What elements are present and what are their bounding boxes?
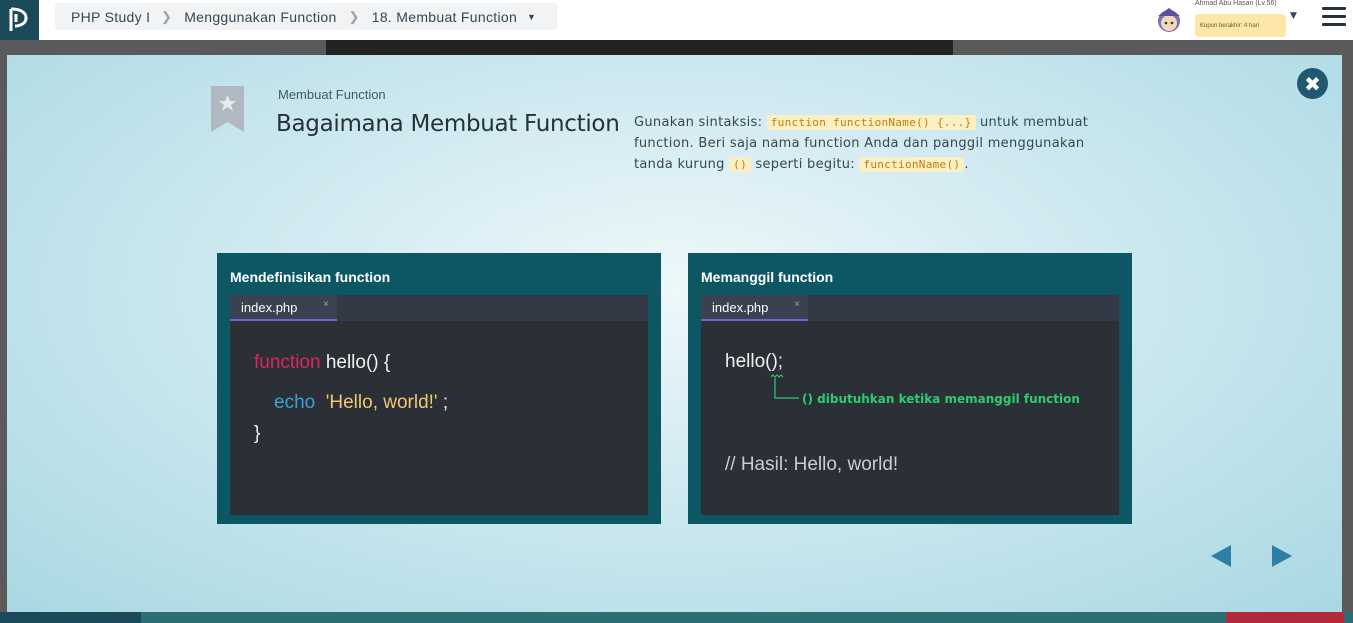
logo[interactable] [0,0,39,40]
inline-code: () [729,157,751,172]
hamburger-menu-icon[interactable] [1322,7,1346,27]
top-bar: PHP Study I ❯ Menggunakan Function ❯ 18.… [0,0,1353,40]
code-line: echo 'Hello, world!' ; [274,392,449,413]
breadcrumb: PHP Study I ❯ Menggunakan Function ❯ 18.… [55,3,557,30]
coupon-badge[interactable]: Kupon berakhir: 4 hari [1195,14,1286,37]
file-tab[interactable]: index.php × [230,295,337,321]
slide-description: Gunakan sintaksis: function functionName… [634,115,1089,172]
panel-title: Memanggil function [701,269,834,285]
breadcrumb-chapter[interactable]: Menggunakan Function [184,9,336,25]
chevron-right-icon: ❯ [348,8,360,24]
bottom-right-button[interactable] [1226,612,1344,623]
slide-modal: ✖ Membuat Function Bagaimana Membuat Fun… [7,55,1342,612]
define-function-panel: Mendefinisikan function index.php × func… [217,253,661,524]
annotation-bracket [770,374,799,399]
star-bookmark-icon [211,86,244,132]
editor-tabbar: index.php × [701,295,1119,321]
annotation-note: () dibutuhkan ketika memanggil function [802,392,1080,406]
close-tab-icon[interactable]: × [323,299,329,310]
arrow-left-icon[interactable] [1209,544,1233,568]
call-function-panel: Memanggil function index.php × hello(); … [688,253,1132,524]
slide-title: Bagaimana Membuat Function [276,111,620,137]
inline-code: function functionName() {...} [766,115,976,130]
panel-title: Mendefinisikan function [230,269,391,285]
user-name[interactable]: Ahmad Abu Hasan (Lv.56) [1195,0,1277,7]
inline-code: functionName() [859,157,965,172]
code-editor: index.php × hello(); () dibutuhkan ketik… [701,295,1119,515]
breadcrumb-lesson[interactable]: 18. Membuat Function [372,9,517,25]
progate-logo-icon [9,7,28,31]
close-tab-icon[interactable]: × [794,299,800,310]
code-line: function hello() { [254,352,391,373]
result-comment: // Hasil: Hello, world! [725,454,899,475]
breadcrumb-course[interactable]: PHP Study I [71,9,149,25]
code-line: hello(); [725,351,784,372]
editor-tabbar: index.php × [230,295,648,321]
code-line: } [254,423,261,444]
close-icon[interactable]: ✖ [1297,68,1328,99]
chevron-down-icon[interactable]: ▼ [527,12,536,22]
code-editor: index.php × function hello() { echo 'Hel… [230,295,648,515]
arrow-right-icon[interactable] [1270,544,1294,568]
slide-subtitle: Membuat Function [278,87,386,102]
chevron-down-icon[interactable]: ▼ [1290,11,1297,21]
avatar[interactable] [1154,6,1184,34]
file-tab[interactable]: index.php × [701,295,808,321]
chevron-right-icon: ❯ [161,8,173,24]
bottom-bar [0,612,1353,623]
